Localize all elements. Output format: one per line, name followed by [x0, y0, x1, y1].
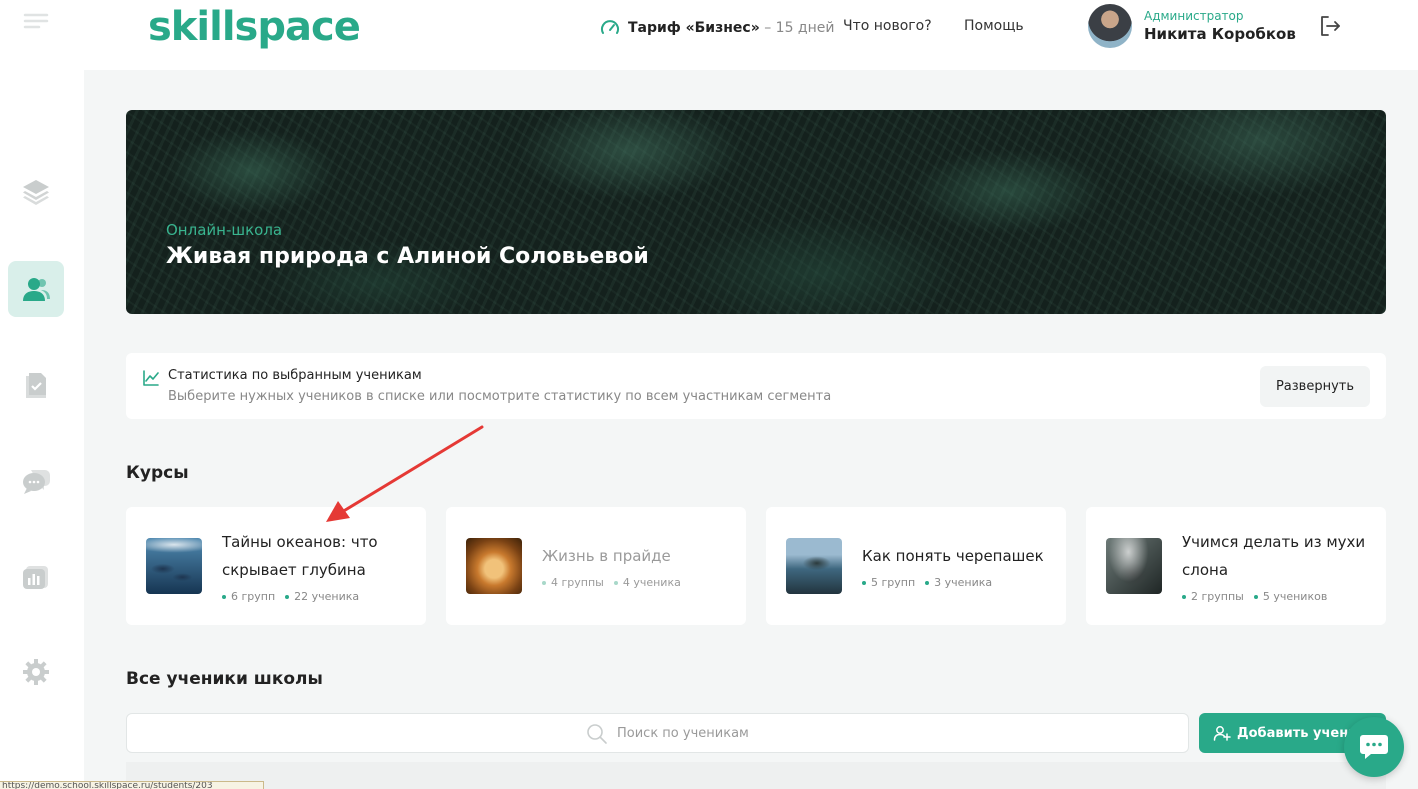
chat-icon [1360, 735, 1388, 759]
course-title: Тайны океанов: что скрывает глубина [222, 533, 378, 579]
course-thumbnail [1106, 538, 1162, 594]
course-card[interactable]: Тайны океанов: что скрывает глубина 6 гр… [126, 507, 426, 625]
speedometer-icon [601, 20, 619, 34]
selected-students-stats-panel: Статистика по выбранным ученикам Выберит… [126, 353, 1386, 419]
course-thumbnail [786, 538, 842, 594]
course-thumbnail [466, 538, 522, 594]
course-groups: 5 групп [862, 576, 915, 589]
stats-title: Статистика по выбранным ученикам [168, 368, 422, 383]
support-chat-button[interactable] [1344, 717, 1404, 777]
course-students: 5 учеников [1254, 590, 1327, 603]
user-name: Никита Коробков [1144, 25, 1296, 43]
school-banner: Онлайн-школа Живая природа с Алиной Соло… [126, 110, 1386, 314]
students-search [126, 713, 1189, 753]
document-check-icon [26, 373, 46, 398]
tariff-name: Тариф «Бизнес» [628, 20, 760, 36]
help-link[interactable]: Помощь [964, 18, 1024, 34]
sidebar [0, 0, 84, 789]
students-section-title: Все ученики школы [126, 669, 323, 689]
users-icon [23, 278, 50, 301]
hamburger-menu-icon [23, 13, 49, 29]
sidebar-item-students[interactable] [8, 261, 64, 317]
course-students: 4 ученика [614, 576, 681, 589]
expand-button[interactable]: Развернуть [1259, 366, 1370, 407]
course-card[interactable]: Учимся делать из мухи слона 2 группы 5 у… [1086, 507, 1386, 625]
sidebar-item-analytics[interactable] [8, 548, 64, 604]
course-meta: 2 группы 5 учеников [1182, 590, 1327, 603]
course-meta: 4 группы 4 ученика [542, 576, 681, 589]
course-groups: 2 группы [1182, 590, 1244, 603]
tariff-days: – 15 дней [759, 20, 835, 36]
chat-bubbles-icon [23, 470, 50, 494]
course-meta: 5 групп 3 ученика [862, 576, 992, 589]
course-groups: 4 группы [542, 576, 604, 589]
whats-new-link[interactable]: Что нового? [843, 18, 932, 34]
course-students: 22 ученика [285, 590, 359, 603]
tariff-link[interactable]: Тариф «Бизнес» – 15 дней [600, 18, 834, 38]
layers-icon [23, 180, 49, 205]
add-user-icon [1213, 726, 1231, 741]
search-input[interactable] [617, 720, 1017, 746]
course-title: Учимся делать из мухи слона [1182, 533, 1366, 579]
logout-icon [1321, 16, 1340, 36]
sidebar-item-settings[interactable] [8, 644, 64, 700]
sidebar-item-homework[interactable] [8, 357, 64, 413]
menu-toggle-button[interactable] [8, 0, 64, 50]
course-title: Как понять черепашек [862, 547, 1044, 565]
course-title: Жизнь в прайде [542, 547, 671, 565]
course-thumbnail [146, 538, 202, 594]
bar-chart-icon [23, 566, 48, 589]
logout-button[interactable] [1318, 14, 1342, 42]
course-card[interactable]: Жизнь в прайде 4 группы 4 ученика [446, 507, 746, 625]
course-card[interactable]: Как понять черепашек 5 групп 3 ученика [766, 507, 1066, 625]
sidebar-item-courses[interactable] [8, 164, 64, 220]
user-profile[interactable]: Администратор Никита Коробков [1088, 4, 1296, 48]
students-table-header [126, 762, 1386, 789]
stats-description: Выберите нужных учеников в списке или по… [168, 389, 832, 404]
course-meta: 6 групп 22 ученика [222, 590, 359, 603]
courses-section-title: Курсы [126, 463, 189, 483]
gear-icon [23, 659, 49, 685]
browser-status-url: https://demo.school.skillspace.ru/studen… [0, 781, 264, 789]
banner-title: Живая природа с Алиной Соловьевой [166, 244, 649, 269]
sidebar-item-messages[interactable] [8, 453, 64, 509]
user-role: Администратор [1144, 9, 1244, 23]
skillspace-logo[interactable]: skillspace [148, 4, 361, 50]
top-header: skillspace Тариф «Бизнес» – 15 дней Что … [84, 0, 1418, 70]
line-chart-icon [143, 370, 159, 386]
avatar [1088, 4, 1132, 48]
banner-subtitle: Онлайн-школа [166, 221, 283, 239]
course-students: 3 ученика [925, 576, 992, 589]
search-icon [587, 724, 607, 744]
course-groups: 6 групп [222, 590, 275, 603]
